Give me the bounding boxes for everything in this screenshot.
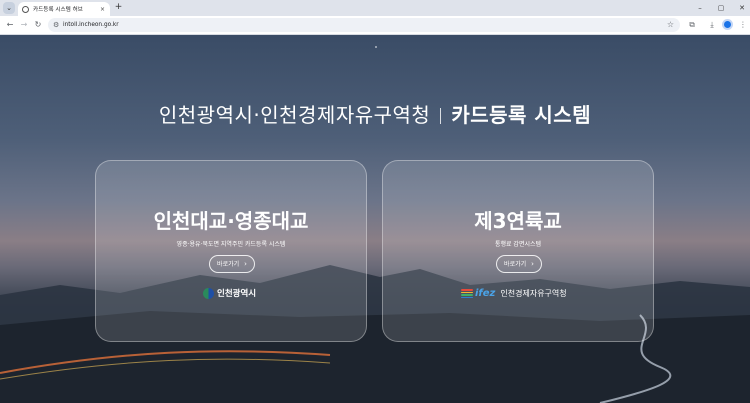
ifez-wordmark: ifez [475, 288, 496, 299]
chevron-right-icon: › [244, 260, 247, 268]
back-icon[interactable]: ← [4, 19, 16, 31]
minimize-button[interactable]: – [693, 2, 707, 14]
browser-tab[interactable]: 카드등록 시스템 허브 × [18, 2, 110, 16]
logo-text: 인천경제자유구역청 [500, 289, 567, 298]
reload-icon[interactable]: ↻ [32, 19, 44, 31]
card-title: 인천대교·영종대교 [153, 209, 309, 233]
download-icon[interactable]: ⤓ [706, 19, 718, 31]
new-tab-button[interactable]: + [113, 2, 124, 13]
go-button-label: 바로가기 [504, 261, 527, 268]
profile-avatar[interactable] [722, 19, 733, 30]
title-divider [440, 108, 442, 124]
logo-text: 인천광역시 [217, 289, 257, 299]
card-title: 제3연륙교 [474, 209, 562, 233]
close-window-button[interactable]: ✕ [735, 2, 749, 14]
menu-icon[interactable]: ⋮ [737, 19, 749, 31]
go-button[interactable]: 바로가기 › [209, 255, 255, 273]
tab-close-icon[interactable]: × [99, 6, 106, 13]
maximize-button[interactable]: ▢ [714, 2, 728, 14]
organization-name: 인천광역시·인천경제자유구역청 [158, 103, 431, 127]
browser-toolbar: ← → ↻ ⚙ intoll.incheon.go.kr ☆ ⧉ ⤓ ⋮ [0, 16, 750, 35]
page-viewport: 인천광역시·인천경제자유구역청 카드등록 시스템 인천대교·영종대교 영종·용유·… [0, 35, 750, 403]
tab-title: 카드등록 시스템 허브 [33, 7, 83, 13]
card-incheon-bridge: 인천대교·영종대교 영종·용유·북도면 지역주민 카드등록 시스템 바로가기 › … [95, 160, 367, 342]
tab-strip: ⌄ 카드등록 시스템 허브 × + – ▢ ✕ [0, 0, 750, 16]
extensions-icon[interactable]: ⧉ [686, 19, 698, 31]
card-subtitle: 통행료 감면시스템 [494, 241, 542, 248]
url-text[interactable]: intoll.incheon.go.kr [63, 18, 119, 32]
go-button[interactable]: 바로가기 › [496, 255, 542, 273]
address-bar[interactable]: ⚙ intoll.incheon.go.kr ☆ [48, 18, 680, 32]
incheon-logo-mark-icon [203, 287, 214, 299]
system-name: 카드등록 시스템 [451, 103, 592, 127]
chevron-right-icon: › [531, 260, 534, 268]
globe-icon [22, 5, 29, 13]
ifez-logo-mark-icon: ifez [461, 288, 495, 299]
incheon-city-logo: 인천광역시 [203, 287, 256, 299]
forward-icon[interactable]: → [18, 19, 30, 31]
go-button-label: 바로가기 [217, 261, 240, 268]
page-title: 인천광역시·인천경제자유구역청 카드등록 시스템 [0, 99, 750, 128]
decorative-dot [375, 46, 377, 48]
card-third-bridge: 제3연륙교 통행료 감면시스템 바로가기 › ifez 인천경제자유구역청 [382, 160, 654, 342]
tab-search-button[interactable]: ⌄ [3, 2, 15, 14]
card-subtitle: 영종·용유·북도면 지역주민 카드등록 시스템 [176, 241, 286, 248]
bookmark-star-icon[interactable]: ☆ [667, 18, 674, 32]
ifez-logo: ifez 인천경제자유구역청 [461, 288, 567, 299]
site-info-icon[interactable]: ⚙ [53, 20, 59, 30]
